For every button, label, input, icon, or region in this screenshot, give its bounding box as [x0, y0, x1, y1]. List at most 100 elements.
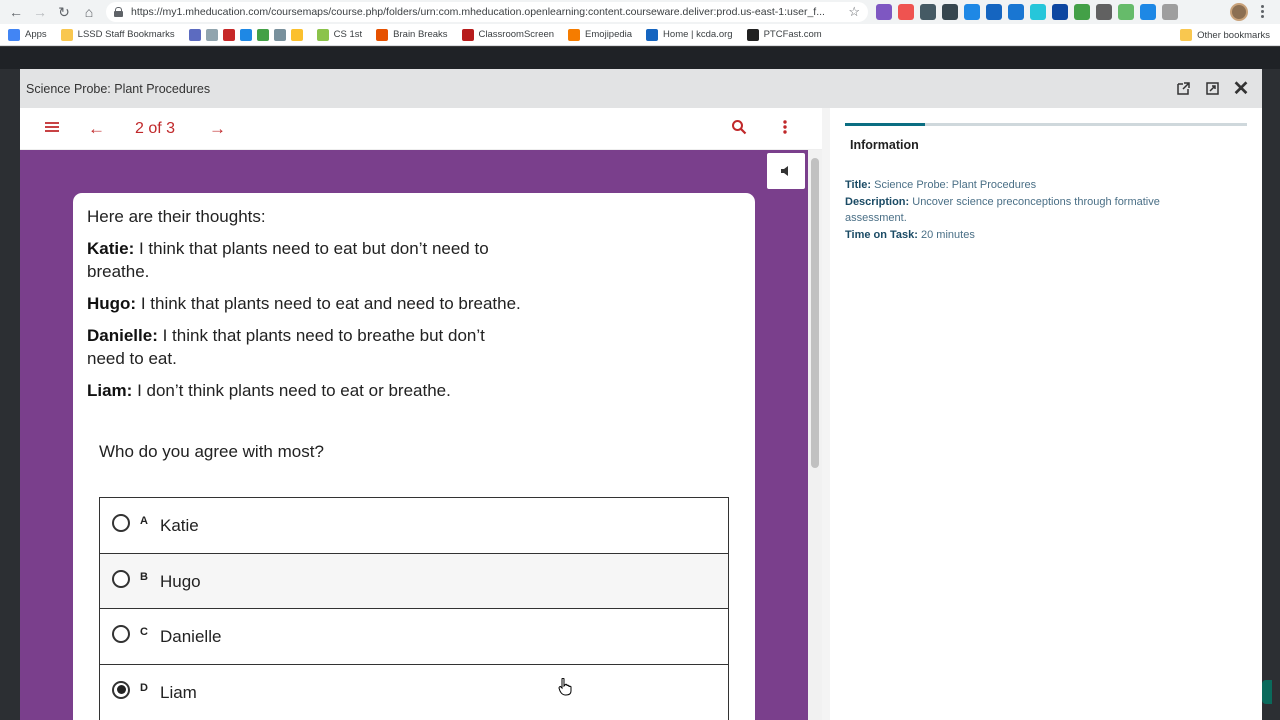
reload-icon[interactable]: ↻	[52, 0, 76, 24]
extension-icon[interactable]	[1030, 4, 1046, 20]
bookmark-favicon-icon[interactable]	[205, 28, 218, 41]
bookmark-label: ClassroomScreen	[478, 29, 555, 40]
bookmark-ptcfast[interactable]: PTCFast.com	[746, 28, 822, 41]
bookmark-label: Emojipedia	[585, 29, 633, 40]
info-pane: Information Title: Science Probe: Plant …	[830, 108, 1262, 720]
extension-icon[interactable]	[1052, 4, 1068, 20]
question-card: Here are their thoughts: Katie: I think …	[73, 193, 755, 720]
audio-button[interactable]	[767, 153, 805, 189]
choice-letter: D	[140, 681, 148, 694]
info-value: 20 minutes	[917, 228, 975, 241]
address-bar[interactable]: https://my1.mheducation.com/coursemaps/c…	[106, 2, 868, 22]
thought-speaker: Danielle:	[87, 326, 158, 345]
choice-b[interactable]: B Hugo	[100, 553, 728, 609]
info-time-row: Time on Task: 20 minutes	[845, 227, 1215, 244]
bookmark-favicon-icon[interactable]	[188, 28, 201, 41]
side-widget-tab[interactable]	[1262, 680, 1272, 704]
choice-c[interactable]: C Danielle	[100, 609, 728, 665]
bookmark-label: Brain Breaks	[393, 29, 448, 40]
info-label: Title:	[845, 179, 872, 191]
extension-icon[interactable]	[1140, 4, 1156, 20]
forward-arrow-icon[interactable]: →	[28, 0, 52, 24]
thought-text: I don’t think plants need to eat or brea…	[132, 381, 451, 400]
table-of-contents-icon[interactable]	[44, 119, 60, 139]
extension-icon[interactable]	[920, 4, 936, 20]
thought-text: I think that plants need to eat and need…	[136, 294, 521, 313]
bookmark-folder-lssd[interactable]: LSSD Staff Bookmarks	[60, 28, 175, 41]
extension-icon[interactable]	[1162, 4, 1178, 20]
bookmark-label: PTCFast.com	[763, 29, 822, 40]
bookmark-favicon-icon[interactable]	[222, 28, 235, 41]
extension-icon[interactable]	[1118, 4, 1134, 20]
search-icon[interactable]	[731, 119, 747, 140]
choice-a[interactable]: A Katie	[100, 498, 728, 554]
pane-splitter[interactable]	[822, 108, 830, 720]
bookmark-brain-breaks[interactable]: Brain Breaks	[376, 28, 448, 41]
reader-toolbar: ← 2 of 3 →	[20, 108, 822, 150]
extension-icon[interactable]	[876, 4, 892, 20]
bookmark-emojipedia[interactable]: Emojipedia	[568, 28, 633, 41]
scrollbar[interactable]	[808, 150, 822, 720]
extension-icon[interactable]	[1074, 4, 1090, 20]
choice-letter: C	[140, 626, 148, 638]
bookmark-label: Other bookmarks	[1197, 29, 1270, 41]
back-arrow-icon[interactable]: ←	[4, 0, 28, 24]
question-prompt: Who do you agree with most?	[99, 442, 324, 461]
tab-information[interactable]: Information	[850, 138, 919, 152]
bookmark-favicon-icon[interactable]	[256, 28, 269, 41]
choice-letter: A	[140, 515, 148, 527]
bookmarks-bar: Apps LSSD Staff Bookmarks CS 1st Brain B…	[0, 24, 1280, 46]
extension-icon[interactable]	[1008, 4, 1024, 20]
tab-indicator	[845, 123, 1247, 126]
open-external-icon[interactable]	[1173, 78, 1193, 98]
hand-cursor-icon	[558, 678, 572, 696]
bookmark-apps[interactable]: Apps	[8, 28, 47, 41]
extension-icon[interactable]	[1096, 4, 1112, 20]
thought-speaker: Hugo:	[87, 294, 137, 313]
backdrop-header	[0, 47, 1280, 69]
bookmark-star-icon[interactable]: ☆	[848, 4, 860, 20]
choice-label: Liam	[160, 682, 197, 702]
profile-avatar[interactable]	[1230, 3, 1248, 21]
info-details: Title: Science Probe: Plant Procedures D…	[845, 177, 1215, 243]
choice-label: Danielle	[160, 627, 222, 646]
bookmark-favicon-icon	[568, 28, 581, 41]
scrollbar-thumb[interactable]	[811, 158, 819, 468]
info-title-row: Title: Science Probe: Plant Procedures	[845, 177, 1215, 194]
radio-button[interactable]	[112, 625, 130, 643]
speaker-icon	[781, 166, 788, 176]
bookmark-cs1st[interactable]: CS 1st	[316, 28, 362, 41]
bookmark-favicon-icon[interactable]	[273, 28, 286, 41]
more-options-icon[interactable]	[782, 119, 788, 140]
browser-menu-icon[interactable]	[1260, 5, 1264, 18]
lock-icon	[114, 7, 123, 17]
extension-icon[interactable]	[942, 4, 958, 20]
choice-d[interactable]: D Liam	[100, 664, 728, 720]
home-icon[interactable]: ⌂	[77, 0, 101, 24]
bookmark-favicon-icon[interactable]	[290, 28, 303, 41]
extension-icon[interactable]	[986, 4, 1002, 20]
radio-button-selected[interactable]	[112, 680, 130, 699]
bookmark-favicon-icon	[746, 28, 759, 41]
bookmark-kcda[interactable]: Home | kcda.org	[646, 28, 733, 41]
close-icon[interactable]: ✕	[1231, 78, 1251, 100]
bookmark-favicon-icon	[646, 28, 659, 41]
intro-text: Here are their thoughts:	[87, 207, 266, 226]
bookmark-favicon-icon[interactable]	[239, 28, 252, 41]
bookmark-favicon-icon	[316, 28, 329, 41]
expand-icon[interactable]	[1202, 78, 1222, 98]
modal-title: Science Probe: Plant Procedures	[26, 81, 211, 96]
next-page-button[interactable]: →	[209, 119, 226, 139]
extension-icon[interactable]	[964, 4, 980, 20]
radio-button[interactable]	[112, 569, 130, 588]
previous-page-button[interactable]: ←	[88, 119, 105, 139]
thought-speaker: Liam:	[87, 381, 133, 400]
folder-icon	[1180, 29, 1193, 41]
bookmark-classroomscreen[interactable]: ClassroomScreen	[461, 28, 555, 41]
radio-button[interactable]	[112, 514, 130, 532]
extension-icon[interactable]	[898, 4, 914, 20]
info-label: Description:	[845, 195, 910, 208]
thought-danielle: Danielle: I think that plants need to br…	[87, 324, 527, 370]
browser-toolbar: ← → ↻ ⌂ https://my1.mheducation.com/cour…	[0, 0, 1280, 24]
bookmark-other[interactable]: Other bookmarks	[1180, 29, 1270, 41]
